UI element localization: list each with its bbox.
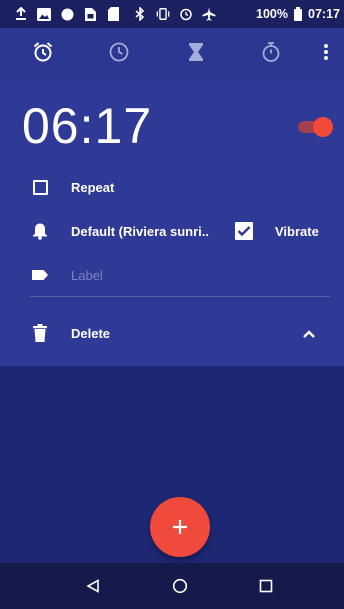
plus-icon: [173, 520, 187, 534]
bell-icon: [30, 221, 50, 241]
toggle-thumb: [313, 117, 333, 137]
tab-timer[interactable]: [176, 28, 216, 80]
home-circle-icon: [172, 578, 188, 594]
stopwatch-icon: [260, 41, 282, 68]
navigation-bar: [0, 563, 344, 609]
sim-icon: [83, 7, 97, 21]
check-icon: [237, 226, 251, 237]
vibrate-checkbox[interactable]: [235, 222, 253, 240]
recents-button[interactable]: [251, 571, 281, 601]
tab-stopwatch[interactable]: [251, 28, 291, 80]
repeat-checkbox[interactable]: [30, 177, 50, 197]
chevron-up-icon: [303, 330, 315, 338]
tab-clock[interactable]: [99, 28, 139, 80]
overflow-menu-button[interactable]: [311, 28, 341, 80]
timer-icon: [187, 42, 205, 67]
alarm-icon: [32, 41, 54, 68]
circle-icon: [60, 7, 74, 21]
delete-row[interactable]: Delete: [0, 318, 344, 348]
back-button[interactable]: [78, 571, 108, 601]
delete-label: Delete: [71, 325, 111, 341]
alarm-card: 06:17 Repeat Default (Riviera sunri.. Vi…: [0, 80, 344, 366]
image-icon: [37, 7, 51, 21]
status-bar: 100% 07:17: [0, 0, 344, 28]
back-triangle-icon: [86, 579, 99, 593]
add-alarm-button[interactable]: [150, 497, 210, 557]
checkbox-box: [32, 179, 48, 195]
collapse-button[interactable]: [302, 326, 316, 344]
tab-alarm[interactable]: [23, 28, 63, 80]
battery-icon: [294, 7, 303, 21]
alarm-time[interactable]: 06:17: [22, 101, 152, 151]
clock-icon: [108, 41, 130, 68]
ringtone-row: Default (Riviera sunri.. Vibrate: [0, 216, 344, 246]
label-row[interactable]: Label: [0, 260, 344, 290]
label-field[interactable]: Label: [71, 268, 103, 283]
checkbox-box: [235, 222, 253, 240]
divider: [30, 296, 330, 297]
sd-card-icon: [106, 7, 120, 21]
clock-time: 07:17: [308, 7, 340, 21]
home-button[interactable]: [165, 571, 195, 601]
label-icon: [30, 265, 50, 285]
tab-bar: [0, 28, 344, 80]
download-icon: [14, 7, 28, 21]
vibrate-label: Vibrate: [275, 223, 319, 239]
trash-icon: [30, 323, 50, 343]
more-vert-icon: [323, 43, 329, 66]
vibrate-icon: [156, 7, 170, 21]
battery-percent: 100%: [256, 7, 289, 21]
alarm-status-icon: [179, 7, 193, 21]
repeat-label: Repeat: [71, 179, 115, 195]
alarm-toggle[interactable]: [295, 117, 335, 137]
ringtone-button[interactable]: Default (Riviera sunri..: [71, 224, 209, 239]
repeat-row[interactable]: Repeat: [0, 172, 344, 202]
bluetooth-icon: [133, 7, 147, 21]
recents-square-icon: [259, 579, 273, 593]
airplane-icon: [202, 7, 216, 21]
